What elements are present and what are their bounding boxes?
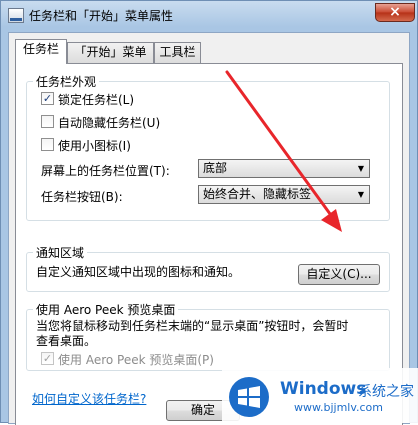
dialog-client-area: 任务栏 「开始」菜单 工具栏 任务栏外观 ✓ 锁定任务栏(L) 自动隐藏任务栏(… [8, 32, 410, 425]
windows-logo-icon [229, 377, 269, 417]
aero-peek-description-line2: 查看桌面。 [36, 334, 97, 348]
customize-button[interactable]: 自定义(C)... [298, 264, 380, 285]
auto-hide-label: 自动隐藏任务栏(U) [58, 116, 161, 130]
watermark-url: www.bjjmlv.com [294, 401, 383, 414]
tab-taskbar[interactable]: 任务栏 [15, 39, 67, 64]
chevron-down-icon: ▼ [357, 190, 365, 199]
window-title: 任务栏和「开始」菜单属性 [29, 9, 174, 23]
taskbar-buttons-select[interactable]: 始终合并、隐藏标签 ▼ [198, 185, 370, 204]
taskbar-buttons-value: 始终合并、隐藏标签 [203, 187, 312, 201]
tab-toolbars[interactable]: 工具栏 [154, 42, 201, 63]
chevron-down-icon: ▼ [357, 164, 365, 173]
taskbar-buttons-label: 任务栏按钮(B): [41, 190, 123, 204]
aero-peek-checkbox[interactable]: ✓ [41, 352, 54, 365]
watermark-brand: Windows [280, 379, 367, 399]
aero-peek-checkbox-label: 使用 Aero Peek 预览桌面(P) [58, 353, 214, 367]
taskbar-app-icon [8, 8, 24, 23]
group-label-appearance: 任务栏外观 [33, 73, 100, 90]
taskbar-location-label: 屏幕上的任务栏位置(T): [41, 164, 170, 178]
title-bar[interactable]: 任务栏和「开始」菜单属性 × [1, 1, 417, 31]
notification-description: 自定义通知区域中出现的图标和通知。 [36, 265, 241, 279]
watermark: Windows 系统之家 www.bjjmlv.com [222, 368, 418, 423]
watermark-brand-cn: 系统之家 [358, 384, 414, 400]
small-icons-label: 使用小图标(I) [58, 139, 131, 153]
auto-hide-checkbox[interactable] [41, 115, 54, 128]
lock-taskbar-checkbox[interactable]: ✓ [41, 92, 54, 105]
close-button[interactable]: × [375, 3, 415, 22]
lock-taskbar-label: 锁定任务栏(L) [58, 93, 135, 107]
group-label-notification: 通知区域 [33, 244, 88, 261]
tab-start-menu[interactable]: 「开始」菜单 [67, 42, 154, 63]
small-icons-checkbox[interactable] [41, 138, 54, 151]
group-label-aero-peek: 使用 Aero Peek 预览桌面 [33, 301, 179, 318]
taskbar-location-value: 底部 [203, 161, 228, 175]
customize-help-link[interactable]: 如何自定义该任务栏? [32, 390, 146, 407]
taskbar-location-select[interactable]: 底部 ▼ [198, 159, 370, 178]
properties-window: 任务栏和「开始」菜单属性 × 任务栏 「开始」菜单 工具栏 任务栏外观 ✓ 锁定… [0, 0, 418, 425]
